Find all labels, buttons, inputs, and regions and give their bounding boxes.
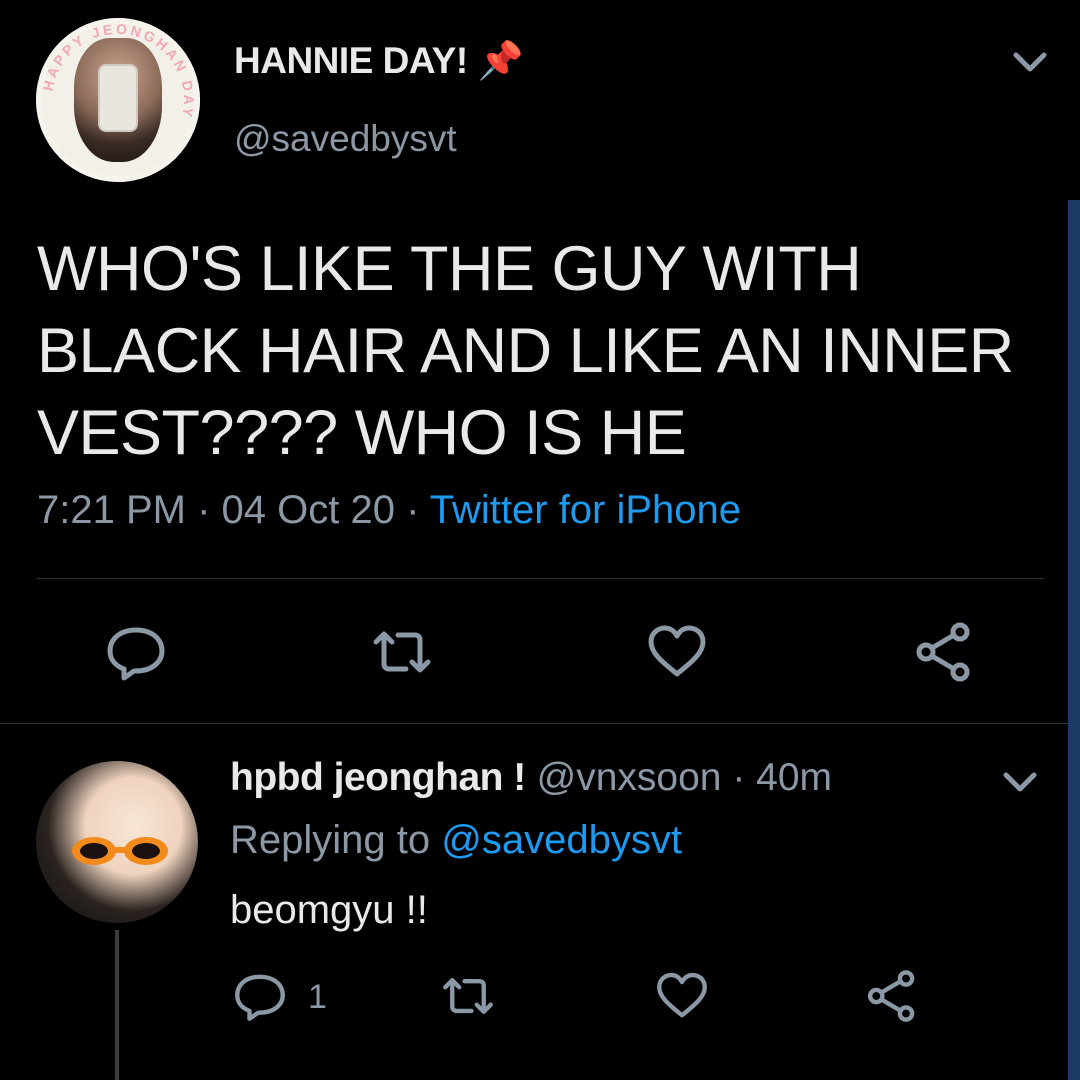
divider — [0, 723, 1080, 724]
replying-to: Replying to @savedbysvt — [230, 818, 682, 863]
meta-separator: · — [185, 488, 222, 532]
retweet-icon[interactable] — [440, 968, 496, 1024]
reply-author-handle[interactable]: @vnxsoon — [537, 756, 722, 799]
retweet-icon[interactable] — [370, 620, 434, 684]
reply-count: 1 — [308, 978, 327, 1016]
speech-bubble-icon[interactable] — [104, 620, 168, 684]
author-name[interactable]: HANNIE DAY! 📌 — [234, 40, 524, 83]
author-handle[interactable]: @savedbysvt — [234, 118, 457, 160]
tweet-source-link[interactable]: Twitter for iPhone — [430, 488, 741, 532]
chevron-down-icon[interactable] — [1012, 50, 1048, 74]
heart-icon[interactable] — [654, 968, 710, 1024]
replying-to-mention[interactable]: @savedbysvt — [441, 818, 682, 862]
speech-bubble-icon[interactable] — [232, 968, 288, 1024]
replying-label: Replying to — [230, 818, 431, 862]
reply-header: hpbd jeonghan ! @vnxsoon · 40m — [230, 756, 832, 800]
chevron-down-icon[interactable] — [1002, 770, 1038, 794]
reply-age: 40m — [756, 756, 833, 799]
share-icon[interactable] — [912, 620, 976, 684]
divider — [37, 578, 1044, 579]
author-avatar[interactable]: HAPPY JEONGHAN DAY — [36, 18, 200, 182]
share-icon[interactable] — [864, 968, 920, 1024]
reply-author-name[interactable]: hpbd jeonghan ! — [230, 756, 526, 799]
tweet-time: 7:21 PM — [37, 488, 186, 532]
avatar-sunglasses — [72, 837, 168, 865]
svg-text:HAPPY JEONGHAN DAY: HAPPY JEONGHAN DAY — [40, 21, 198, 121]
avatar-ring-text: HAPPY JEONGHAN DAY — [40, 21, 198, 121]
meta-separator: · — [394, 488, 430, 532]
reply-author-avatar[interactable] — [36, 761, 198, 923]
scrollbar[interactable] — [1068, 200, 1080, 1080]
thread-line — [115, 930, 119, 1080]
meta-separator: · — [721, 756, 757, 799]
tweet-text: WHO'S LIKE THE GUY WITH BLACK HAIR AND L… — [37, 234, 1014, 468]
heart-icon[interactable] — [645, 620, 709, 684]
tweet-date: 04 Oct 20 — [221, 488, 395, 532]
reply-text: beomgyu !! — [230, 888, 428, 932]
tweet-meta: 7:21 PM · 04 Oct 20 · Twitter for iPhone — [37, 488, 741, 533]
